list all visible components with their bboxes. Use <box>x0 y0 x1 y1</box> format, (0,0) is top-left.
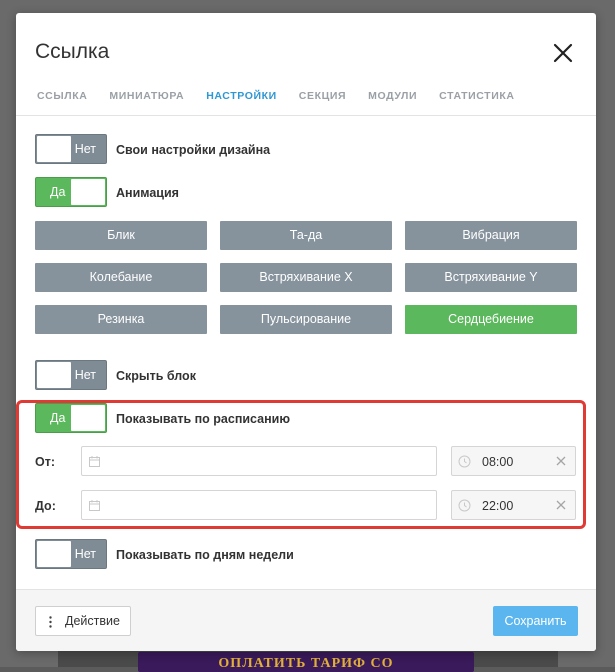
modal-body: Нет Свои настройки дизайна Да Анимация Б… <box>16 116 596 589</box>
schedule-to-label: До: <box>35 499 56 513</box>
background-banner: ОПЛАТИТЬ ТАРИФ СО <box>138 652 474 672</box>
tab-settings[interactable]: НАСТРОЙКИ <box>206 90 277 111</box>
animation-option-shine[interactable]: Блик <box>35 221 207 250</box>
toggle-knob <box>37 362 71 388</box>
modal-footer: Действие Сохранить <box>16 589 596 651</box>
animation-option-heartbeat[interactable]: Сердцебиение <box>405 305 577 334</box>
animation-option-vibration[interactable]: Вибрация <box>405 221 577 250</box>
calendar-icon <box>89 456 100 467</box>
design-toggle[interactable]: Нет <box>35 134 107 164</box>
schedule-from-label: От: <box>35 455 56 469</box>
toggle-state-label: Нет <box>74 368 96 382</box>
animation-option-rubber[interactable]: Резинка <box>35 305 207 334</box>
toggle-knob <box>37 136 71 162</box>
toggle-state-label: Да <box>50 185 66 199</box>
clock-icon <box>458 499 471 512</box>
background-banner-text: ОПЛАТИТЬ ТАРИФ СО <box>218 656 394 671</box>
tab-bar: ССЫЛКА МИНИАТЮРА НАСТРОЙКИ СЕКЦИЯ МОДУЛИ… <box>37 90 537 111</box>
tab-thumbnail[interactable]: МИНИАТЮРА <box>109 90 184 111</box>
action-button[interactable]: Действие <box>35 606 131 636</box>
tab-modules[interactable]: МОДУЛИ <box>368 90 417 111</box>
schedule-to-date-input[interactable] <box>81 490 437 520</box>
more-vertical-icon <box>49 616 52 628</box>
schedule-toggle[interactable]: Да <box>35 403 107 433</box>
schedule-label: Показывать по расписанию <box>116 412 291 426</box>
schedule-to-time-value: 22:00 <box>482 499 514 513</box>
toggle-state-label: Нет <box>74 547 96 561</box>
tab-statistics[interactable]: СТАТИСТИКА <box>439 90 514 111</box>
modal-title: Ссылка <box>35 40 110 63</box>
schedule-from-time-value: 08:00 <box>482 455 514 469</box>
animation-toggle[interactable]: Да <box>35 177 107 207</box>
link-settings-modal: Ссылка ССЫЛКА МИНИАТЮРА НАСТРОЙКИ СЕКЦИЯ… <box>16 13 596 651</box>
animation-option-pulse[interactable]: Пульсирование <box>220 305 392 334</box>
toggle-state-label: Да <box>50 411 66 425</box>
animation-label: Анимация <box>116 186 179 200</box>
clear-icon[interactable] <box>555 498 567 512</box>
toggle-state-label: Нет <box>74 142 96 156</box>
schedule-highlight-box: Да Показывать по расписанию От: 08:00 До… <box>16 400 586 529</box>
animation-option-tada[interactable]: Та-да <box>220 221 392 250</box>
schedule-from-time-input[interactable]: 08:00 <box>451 446 576 476</box>
clock-icon <box>458 455 471 468</box>
schedule-to-time-input[interactable]: 22:00 <box>451 490 576 520</box>
modal-header: Ссылка ССЫЛКА МИНИАТЮРА НАСТРОЙКИ СЕКЦИЯ… <box>16 13 596 116</box>
tab-link[interactable]: ССЫЛКА <box>37 90 87 111</box>
save-button[interactable]: Сохранить <box>493 606 578 636</box>
weekdays-label: Показывать по дням недели <box>116 548 294 562</box>
hide-block-label: Скрыть блок <box>116 369 196 383</box>
calendar-icon <box>89 500 100 511</box>
toggle-knob <box>37 541 71 567</box>
animation-option-shake-x[interactable]: Встряхивание X <box>220 263 392 292</box>
schedule-from-date-input[interactable] <box>81 446 437 476</box>
clear-icon[interactable] <box>555 454 567 468</box>
hide-block-toggle[interactable]: Нет <box>35 360 107 390</box>
tab-section[interactable]: СЕКЦИЯ <box>299 90 346 111</box>
toggle-knob <box>71 405 105 431</box>
animation-option-shake-y[interactable]: Встряхивание Y <box>405 263 577 292</box>
toggle-knob <box>71 179 105 205</box>
close-icon[interactable] <box>552 42 574 64</box>
weekdays-toggle[interactable]: Нет <box>35 539 107 569</box>
design-label: Свои настройки дизайна <box>116 143 271 157</box>
animation-option-swing[interactable]: Колебание <box>35 263 207 292</box>
action-button-label: Действие <box>65 614 120 628</box>
